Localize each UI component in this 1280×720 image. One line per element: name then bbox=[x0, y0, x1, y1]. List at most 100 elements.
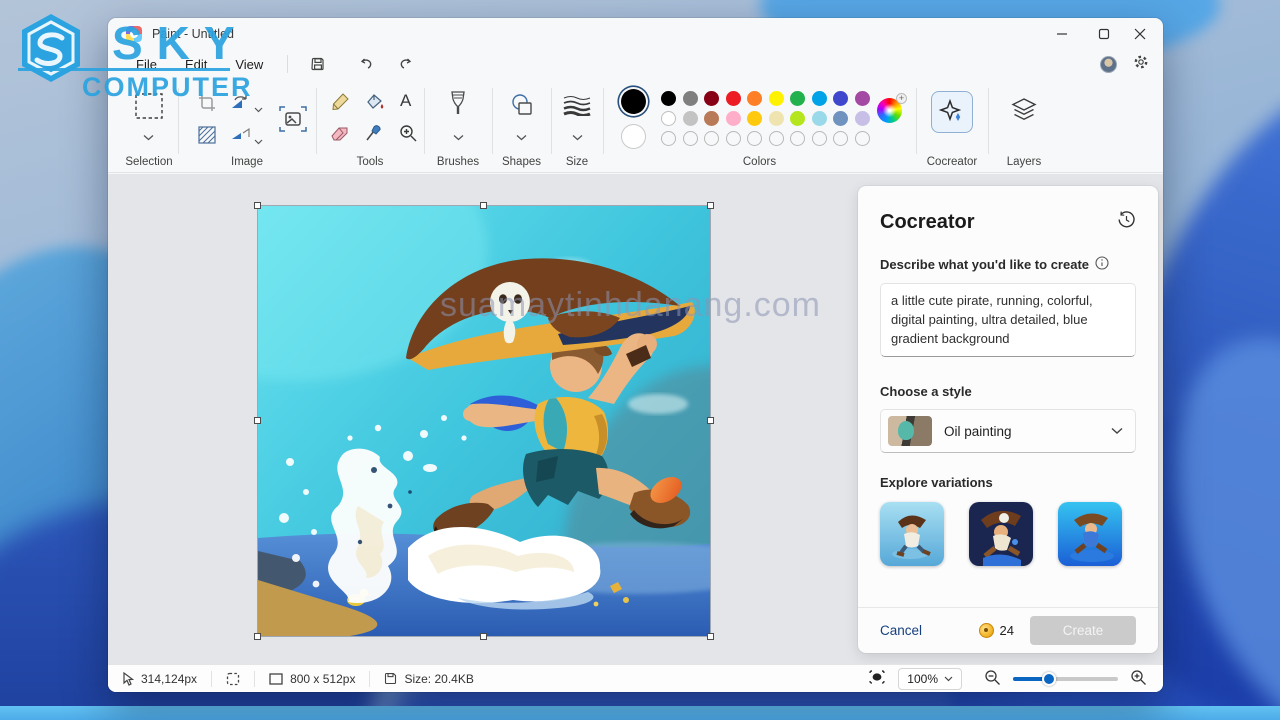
fill-bucket-icon[interactable] bbox=[364, 92, 386, 117]
edit-colors-icon[interactable]: + bbox=[877, 98, 902, 123]
shapes-icon[interactable] bbox=[509, 92, 535, 123]
color-swatch[interactable] bbox=[790, 91, 805, 106]
zoom-slider[interactable] bbox=[1013, 677, 1118, 681]
color-swatch-empty[interactable] bbox=[747, 131, 762, 146]
prompt-input[interactable]: a little cute pirate, running, colorful,… bbox=[880, 283, 1136, 357]
palette-row-2 bbox=[661, 108, 870, 128]
resize-handle[interactable] bbox=[480, 202, 487, 209]
info-icon[interactable] bbox=[1095, 256, 1109, 273]
canvas-image[interactable] bbox=[258, 206, 710, 636]
cancel-button[interactable]: Cancel bbox=[880, 623, 922, 638]
resize-handle[interactable] bbox=[707, 633, 714, 640]
group-cocreator: Cocreator bbox=[916, 78, 988, 173]
sky-computer-logo: SKY COMPUTER bbox=[16, 10, 246, 93]
color-swatch[interactable] bbox=[747, 91, 762, 106]
flip-icon[interactable] bbox=[230, 126, 250, 149]
save-icon[interactable] bbox=[298, 53, 338, 75]
chevron-down-icon[interactable] bbox=[516, 128, 527, 146]
color-swatch[interactable] bbox=[769, 111, 784, 126]
resize-handle[interactable] bbox=[480, 633, 487, 640]
color-swatch[interactable] bbox=[833, 111, 848, 126]
minimize-button[interactable] bbox=[1053, 25, 1071, 43]
group-shapes: Shapes bbox=[492, 78, 551, 173]
redo-icon[interactable] bbox=[386, 53, 426, 75]
cocreator-button[interactable] bbox=[931, 91, 973, 133]
color-swatch[interactable] bbox=[833, 91, 848, 106]
account-avatar[interactable] bbox=[1100, 56, 1117, 73]
magnifier-icon[interactable] bbox=[398, 123, 418, 148]
variation-thumbnail-1[interactable] bbox=[880, 502, 944, 566]
fit-to-screen-icon[interactable] bbox=[868, 669, 886, 688]
maximize-button[interactable] bbox=[1095, 25, 1113, 43]
chevron-down-icon[interactable] bbox=[453, 128, 464, 146]
color-swatch[interactable] bbox=[726, 91, 741, 106]
brush-icon[interactable] bbox=[447, 90, 469, 123]
color-swatch-empty[interactable] bbox=[833, 131, 848, 146]
color-swatch-empty[interactable] bbox=[812, 131, 827, 146]
color-swatch[interactable] bbox=[683, 91, 698, 106]
color-swatch-empty[interactable] bbox=[704, 131, 719, 146]
chevron-down-icon[interactable] bbox=[254, 132, 263, 150]
chevron-down-icon[interactable] bbox=[572, 128, 583, 146]
group-label: Cocreator bbox=[916, 156, 988, 168]
history-icon[interactable] bbox=[1117, 210, 1136, 234]
color-swatch[interactable] bbox=[855, 91, 870, 106]
group-label: Layers bbox=[988, 156, 1060, 168]
undo-icon[interactable] bbox=[346, 53, 386, 75]
variation-thumbnail-3[interactable] bbox=[1058, 502, 1122, 566]
zoom-in-icon[interactable] bbox=[1130, 669, 1147, 689]
color-swatch[interactable] bbox=[726, 111, 741, 126]
eraser-icon[interactable] bbox=[330, 124, 350, 147]
file-size-icon bbox=[384, 672, 397, 685]
secondary-color-swatch[interactable] bbox=[621, 124, 646, 149]
color-swatch[interactable] bbox=[704, 91, 719, 106]
settings-gear-icon[interactable] bbox=[1133, 54, 1149, 75]
resize-handle[interactable] bbox=[254, 417, 261, 424]
color-swatch-empty[interactable] bbox=[790, 131, 805, 146]
file-size: Size: 20.4KB bbox=[370, 672, 487, 686]
color-swatch[interactable] bbox=[855, 111, 870, 126]
zoom-out-icon[interactable] bbox=[984, 669, 1001, 689]
variation-thumbnail-2[interactable] bbox=[969, 502, 1033, 566]
color-swatch-empty[interactable] bbox=[855, 131, 870, 146]
canvas-dimensions: 800 x 512px bbox=[255, 672, 369, 686]
color-swatch[interactable] bbox=[661, 111, 676, 126]
resize-handle[interactable] bbox=[254, 633, 261, 640]
magic-select-icon[interactable] bbox=[198, 126, 216, 149]
resize-handle[interactable] bbox=[707, 202, 714, 209]
color-swatch-empty[interactable] bbox=[683, 131, 698, 146]
layers-icon[interactable] bbox=[1010, 96, 1038, 129]
text-tool-icon[interactable]: A bbox=[400, 91, 411, 111]
style-dropdown[interactable]: Oil painting bbox=[880, 409, 1136, 453]
color-swatch[interactable] bbox=[747, 111, 762, 126]
chevron-down-icon[interactable] bbox=[143, 128, 154, 146]
resize-image-icon[interactable] bbox=[278, 104, 308, 139]
group-label: Colors bbox=[603, 156, 916, 168]
eyedropper-icon[interactable] bbox=[364, 123, 384, 148]
color-swatch[interactable] bbox=[683, 111, 698, 126]
color-swatch-empty[interactable] bbox=[661, 131, 676, 146]
zoom-slider-thumb[interactable] bbox=[1042, 672, 1056, 686]
color-swatch[interactable] bbox=[790, 111, 805, 126]
canvas-area: suamaytinhdanang.com Cocreator Describe … bbox=[108, 174, 1163, 664]
color-swatch[interactable] bbox=[704, 111, 719, 126]
resize-handle[interactable] bbox=[254, 202, 261, 209]
color-swatch-empty[interactable] bbox=[769, 131, 784, 146]
create-button[interactable]: Create bbox=[1030, 616, 1136, 645]
zoom-level-dropdown[interactable]: 100% bbox=[898, 668, 962, 690]
line-size-icon[interactable] bbox=[563, 94, 591, 121]
site-watermark: suamaytinhdanang.com bbox=[440, 286, 821, 325]
color-swatch-empty[interactable] bbox=[726, 131, 741, 146]
primary-color-swatch[interactable] bbox=[621, 89, 646, 114]
color-swatch[interactable] bbox=[812, 111, 827, 126]
color-swatch[interactable] bbox=[769, 91, 784, 106]
chevron-down-icon[interactable] bbox=[254, 100, 263, 118]
selection-size bbox=[212, 672, 254, 686]
resize-handle[interactable] bbox=[707, 417, 714, 424]
cocreator-title: Cocreator bbox=[880, 211, 974, 234]
close-button[interactable] bbox=[1131, 25, 1149, 43]
taskbar-strip bbox=[0, 706, 1280, 720]
color-swatch[interactable] bbox=[812, 91, 827, 106]
color-swatch[interactable] bbox=[661, 91, 676, 106]
pencil-icon[interactable] bbox=[330, 92, 350, 117]
